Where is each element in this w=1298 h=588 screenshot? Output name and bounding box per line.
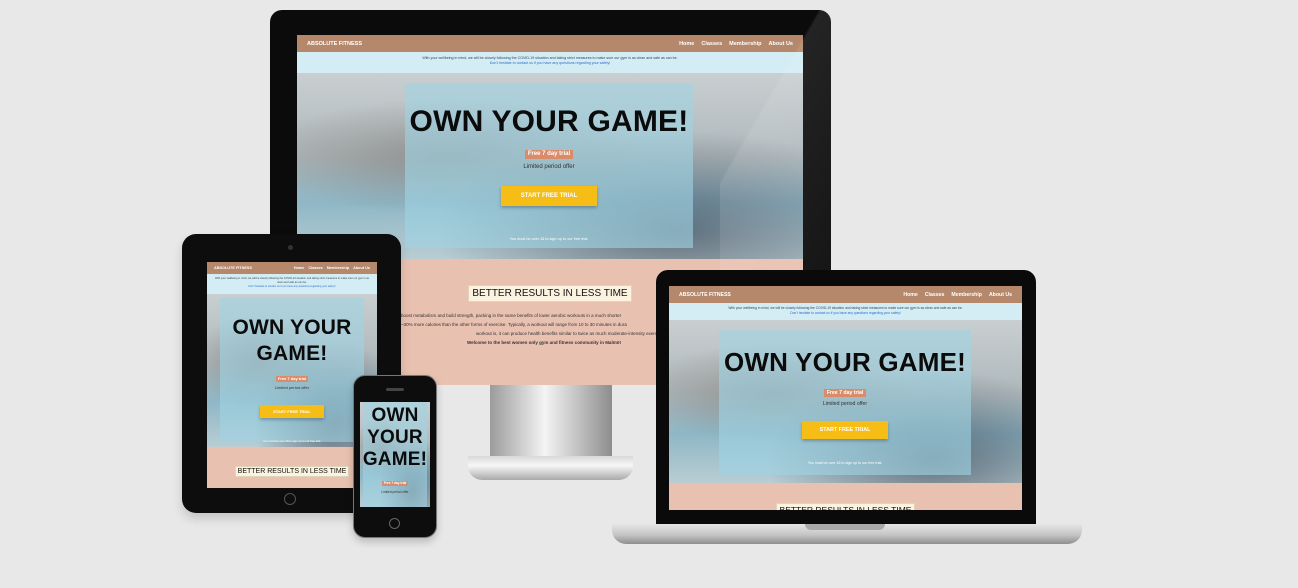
nav-about[interactable]: About Us [353,266,370,270]
nav-membership[interactable]: Membership [951,292,982,298]
hero-title-line-2: YOUR [367,427,423,448]
brand-logo[interactable]: ABSOLUTE FITNESS [307,41,362,47]
hero-title-line-3: GAME! [362,449,428,470]
hero-panel: OWN YOUR GAME! Free 7 day trial Limited … [363,402,427,507]
hero-panel: OWN YOUR GAME! Free 7 day trial Limited … [719,330,971,475]
nav-classes[interactable]: Classes [308,266,322,270]
nav-about[interactable]: About Us [989,292,1012,298]
hero-section: OWN YOUR GAME! Free 7 day trial Limited … [207,294,377,447]
tablet-screen: ABSOLUTE FITNESS Home Classes Membership… [207,262,377,488]
section-title: BETTER RESULTS IN LESS TIME [775,503,916,510]
hero-title-line-1: OWN [371,405,419,426]
nav-home[interactable]: Home [903,292,917,298]
section-title: BETTER RESULTS IN LESS TIME [468,285,632,302]
monitor-base [468,456,633,480]
notice-contact-link[interactable]: Don't hesitate to contact us if you have… [669,311,1022,316]
hero-title-line-1: OWN YOUR [232,316,352,339]
notice-contact-link[interactable]: Don't hesitate to contact us if you have… [213,285,371,289]
notice-line-1: With your wellbeing in mind, we will be … [215,277,369,284]
nav-membership[interactable]: Membership [327,266,349,270]
hero-panel: OWN YOUR GAME! Free 7 day trial Limited … [220,298,364,443]
trial-badge: Free 7 day trial [381,481,409,486]
covid-notice: With your wellbeing in mind, we will be … [669,303,1022,320]
site-navbar: ABSOLUTE FITNESS Home Classes Membership… [669,286,1022,303]
phone-home-button [389,518,400,529]
site-navbar: ABSOLUTE FITNESS Home Classes Membership… [207,262,377,274]
nav-links: Home Classes Membership About Us [896,292,1012,298]
covid-notice: With your wellbeing in mind, we will be … [207,274,377,294]
phone-screen: OWN YOUR GAME! Free 7 day trial Limited … [360,402,430,507]
laptop-screen: ABSOLUTE FITNESS Home Classes Membership… [669,286,1022,510]
hero-section: OWN YOUR GAME! Free 7 day trial Limited … [360,402,430,507]
start-free-trial-button[interactable]: START FREE TRIAL [260,405,324,418]
trial-subtitle: Limited period offer [274,385,310,390]
brand-logo[interactable]: ABSOLUTE FITNESS [679,292,731,298]
trial-badge: Free 7 day trial [823,389,867,397]
monitor-stand [490,384,612,458]
nav-home[interactable]: Home [679,41,694,47]
start-free-trial-button[interactable]: START FREE TRIAL [801,421,889,439]
section-title: BETTER RESULTS IN LESS TIME [234,466,350,477]
trial-badge: Free 7 day trial [275,376,309,382]
tablet-home-button [284,493,296,505]
nav-classes[interactable]: Classes [925,292,945,298]
hero-title-line-2: GAME! [256,342,328,365]
age-note: You must be over 18 to sign up to our fr… [509,237,589,241]
trial-badge: Free 7 day trial [524,150,574,159]
hero-panel: OWN YOUR GAME! Free 7 day trial Limited … [405,83,693,248]
start-free-trial-button[interactable]: START FREE TRIAL [500,186,598,206]
hero-title: OWN YOUR GAME! [409,105,689,138]
hero-section: OWN YOUR GAME! Free 7 day trial Limited … [669,320,1022,483]
notice-line-1: With your wellbeing in mind, we will be … [422,56,678,60]
brand-logo[interactable]: ABSOLUTE FITNESS [214,266,252,270]
hero-title: OWN YOUR GAME! [723,347,967,377]
trial-subtitle: Limited period offer [822,401,868,407]
laptop-trackpad-notch [805,524,885,530]
results-section: BETTER RESULTS IN LESS TIME [669,483,1022,510]
age-note: You must be over 18 to sign up to our fr… [262,439,322,443]
tablet-camera [288,245,293,250]
age-note: You must be over 18 to sign up to our fr… [807,461,883,465]
trial-subtitle: Limited period offer [381,490,409,494]
nav-home[interactable]: Home [294,266,305,270]
phone-speaker [386,388,404,391]
results-section: BETTER RESULTS IN LESS TIME [207,447,377,488]
notice-line-1: With your wellbeing in mind, we will be … [728,306,963,310]
nav-links: Home Classes Membership About Us [290,266,370,270]
trial-subtitle: Limited period offer [523,164,575,170]
